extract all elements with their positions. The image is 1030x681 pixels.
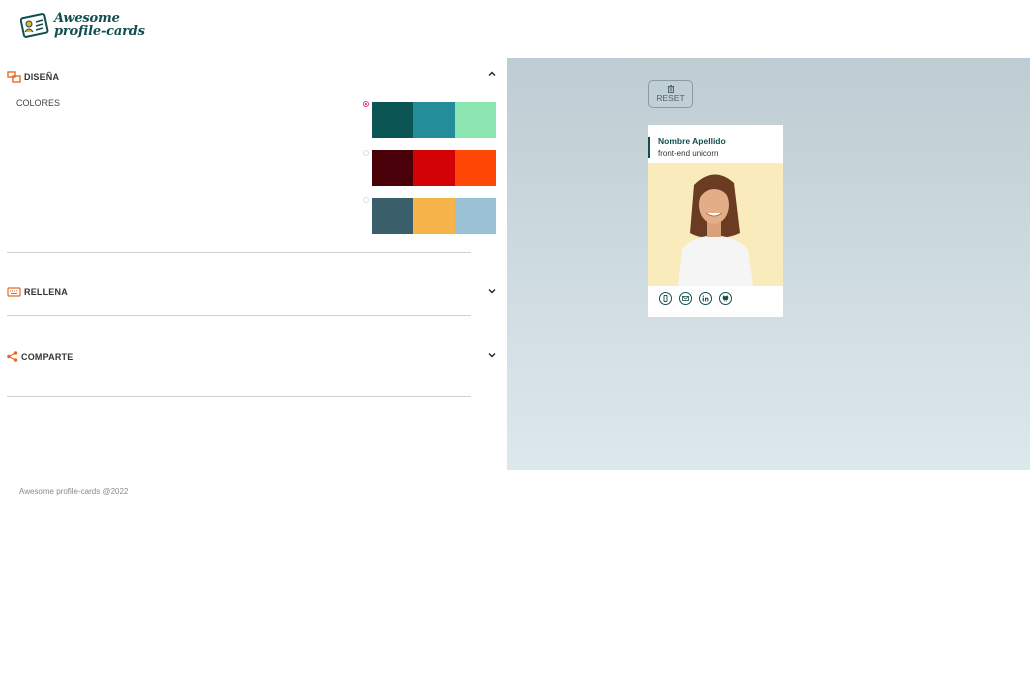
chevron-up-icon[interactable] [487, 69, 497, 79]
fill-section-title: RELLENA [24, 287, 68, 297]
divider [7, 396, 471, 397]
card-name: Nombre Apellido [658, 136, 726, 146]
phone-icon[interactable] [659, 292, 672, 305]
color-swatch [372, 102, 414, 138]
palette-1[interactable] [372, 102, 496, 138]
trash-icon [667, 85, 674, 93]
profile-photo-image [648, 163, 783, 286]
divider [7, 252, 471, 253]
color-swatch [454, 102, 496, 138]
footer-text: Awesome profile-cards @2022 [19, 487, 129, 496]
chevron-down-icon[interactable] [487, 350, 497, 360]
color-swatch [372, 198, 414, 234]
design-icon [7, 71, 21, 83]
card-social-icons [659, 292, 732, 305]
mail-icon[interactable] [679, 292, 692, 305]
color-swatch [413, 150, 455, 186]
divider [7, 315, 471, 316]
colors-label: COLORES [16, 98, 61, 108]
design-section-title: DISEÑA [24, 72, 60, 82]
logo: Awesome profile-cards [20, 11, 145, 39]
color-swatch [454, 150, 496, 186]
palette-radio-2[interactable] [363, 150, 369, 156]
color-swatch [413, 198, 455, 234]
profile-card: Nombre Apellido front-end unicorn [648, 125, 783, 317]
logo-line2: profile-cards [54, 24, 145, 39]
reset-label: RESET [656, 93, 685, 103]
palette-radio-1[interactable] [363, 101, 369, 107]
color-swatch [413, 102, 455, 138]
share-section-header[interactable]: COMPARTE [7, 351, 73, 362]
palette-radio-3[interactable] [363, 197, 369, 203]
preview-panel: RESET Nombre Apellido front-end unicorn [507, 58, 1030, 470]
linkedin-icon[interactable] [699, 292, 712, 305]
color-swatch [454, 198, 496, 234]
reset-button[interactable]: RESET [648, 80, 693, 108]
chevron-down-icon[interactable] [487, 286, 497, 296]
logo-text: Awesome profile-cards [54, 12, 145, 38]
card-job: front-end unicorn [658, 149, 719, 158]
profile-photo [648, 163, 783, 286]
card-accent-bar [648, 137, 650, 158]
share-icon [7, 351, 18, 362]
palette-2[interactable] [372, 150, 496, 186]
color-swatch [372, 150, 414, 186]
fill-section-header[interactable]: RELLENA [7, 287, 68, 297]
palette-3[interactable] [372, 198, 496, 234]
github-icon[interactable] [719, 292, 732, 305]
share-section-title: COMPARTE [21, 351, 74, 362]
design-section-header[interactable]: DISEÑA [7, 71, 59, 83]
keyboard-icon [7, 287, 21, 297]
id-card-icon [20, 13, 49, 38]
